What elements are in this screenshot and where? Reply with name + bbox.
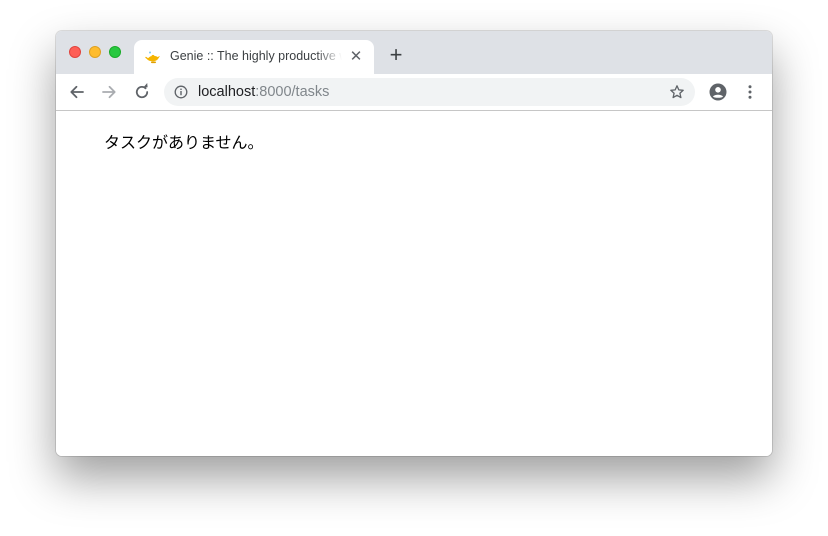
plus-icon: + [389,42,403,67]
new-tab-button[interactable]: + [386,44,406,66]
url-path: :8000/tasks [255,84,330,100]
url-text: localhost:8000/tasks [198,84,329,100]
window-minimize-button[interactable] [89,46,101,58]
browser-window: Genie :: The highly productive web frame… [56,31,772,456]
arrow-left-icon [70,85,84,99]
address-bar[interactable]: localhost:8000/tasks [164,78,695,106]
tab-genie[interactable]: Genie :: The highly productive web frame… [134,40,374,74]
close-icon[interactable]: ✕ [348,49,364,65]
url-host: localhost [198,84,256,100]
arrow-right-icon [102,85,116,99]
forward-button[interactable] [99,82,119,102]
title-bar: Genie :: The highly productive web frame… [56,31,772,74]
reload-icon [135,83,149,99]
menu-button[interactable] [740,82,760,102]
star-icon[interactable] [669,84,685,100]
reload-button[interactable] [132,82,152,102]
page-content: タスクがありません。 [56,111,772,456]
window-close-button[interactable] [69,46,81,58]
genie-lamp-icon [145,49,162,66]
info-icon[interactable] [174,85,188,99]
back-button[interactable] [67,82,87,102]
window-maximize-button[interactable] [109,46,121,58]
browser-toolbar: localhost:8000/tasks [56,74,772,111]
profile-button[interactable] [708,82,728,102]
account-icon [709,83,727,101]
tab-title: Genie :: The highly productive web frame… [170,49,342,63]
kebab-menu-icon [748,85,752,99]
empty-tasks-message: タスクがありません。 [104,135,264,152]
